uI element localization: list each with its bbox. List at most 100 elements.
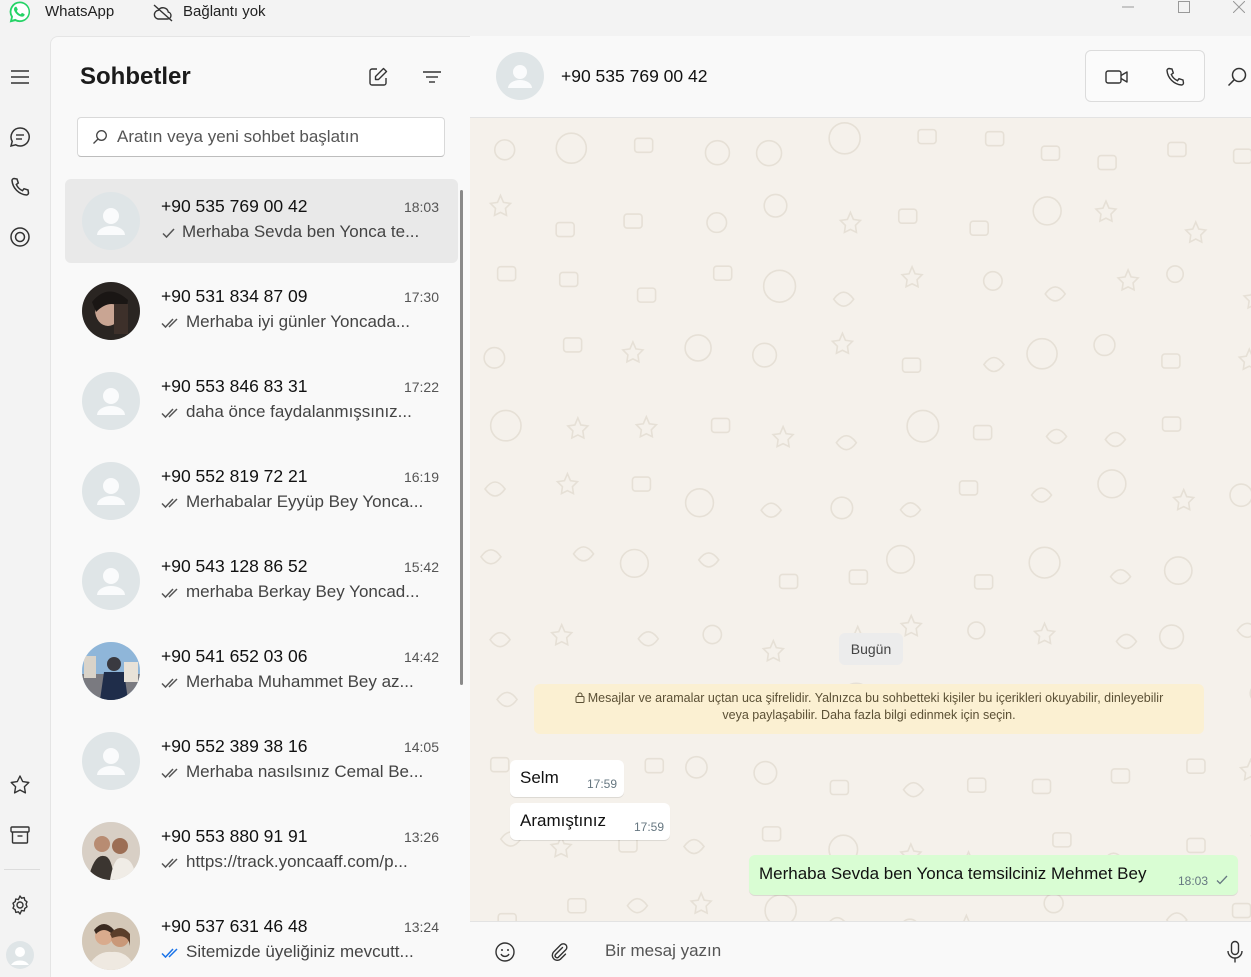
message-bubble-outgoing[interactable]: Merhaba Sevda ben Yonca temsilciniz Mehm…: [749, 855, 1238, 895]
background-doodle: [484, 481, 507, 497]
settings-icon: [12, 895, 28, 915]
contact-photo-icon: [82, 642, 140, 700]
voice-message-button[interactable]: [1223, 940, 1247, 964]
background-doodle: [567, 897, 587, 914]
background-doodle: [1028, 546, 1061, 579]
status-icon: [10, 227, 30, 247]
chat-preview-text: Sitemizde üyeliğiniz mevcutt...: [186, 942, 414, 961]
chat-list-item[interactable]: +90 531 834 87 09 17:30 Merhaba iyi günler…: [65, 269, 458, 353]
chat-list-item[interactable]: +90 553 846 83 31 17:22 daha önce faydalan…: [65, 359, 458, 443]
background-doodle: [1163, 556, 1193, 586]
background-doodle: [550, 622, 574, 647]
microphone-icon: [1227, 940, 1243, 963]
encryption-notice-line-1: Mesajlar ve aramalar uçtan uca şifrelidi…: [544, 690, 1194, 707]
video-call-button[interactable]: [1105, 65, 1129, 89]
conversation-panel: +90 535 769 00 42 Bugün Mesajlar ve aram…: [470, 36, 1251, 977]
rail-divider: [4, 869, 40, 870]
avatar: [82, 282, 140, 340]
attach-button[interactable]: [547, 940, 571, 964]
chats-nav-button[interactable]: [8, 125, 32, 149]
background-doodle: [631, 476, 652, 492]
avatar: [82, 462, 140, 520]
search-box[interactable]: [77, 117, 445, 157]
background-doodle: [885, 544, 916, 574]
contact-photo-icon: [82, 822, 140, 880]
background-doodle: [967, 621, 986, 640]
chat-list-item[interactable]: +90 552 389 38 16 14:05 Merhaba nasılsınız…: [65, 719, 458, 803]
background-doodle: [1040, 145, 1061, 161]
avatar: [82, 372, 140, 430]
profile-button[interactable]: [6, 941, 34, 969]
close-window-button[interactable]: [1216, 0, 1251, 14]
background-doodle: [1052, 832, 1072, 848]
emoji-button[interactable]: [493, 940, 517, 964]
background-doodle: [1158, 624, 1185, 650]
background-doodle: [1186, 758, 1206, 775]
filter-button[interactable]: [420, 65, 444, 89]
background-doodle: [623, 213, 643, 229]
background-doodle: [762, 269, 797, 303]
chat-list-item[interactable]: +90 552 819 72 21 16:19 Merhabalar Eyyüp B…: [65, 449, 458, 533]
background-doodle: [848, 569, 869, 585]
background-doodle: [497, 912, 517, 921]
delivered-ticks-icon: [161, 497, 178, 508]
chat-list-item[interactable]: +90 537 631 46 48 13:24 Sitemizde üyeliğin…: [65, 899, 458, 977]
maximize-button[interactable]: [1161, 0, 1207, 14]
message-bubble-incoming[interactable]: Selm 17:59: [510, 760, 624, 797]
chat-name: +90 531 834 87 09: [161, 286, 308, 306]
chat-list-item[interactable]: +90 543 128 86 52 15:42 merhaba Berkay Bey…: [65, 539, 458, 623]
encryption-notice-text-2: veya paylaşabilir. Daha fazla bilgi edin…: [722, 708, 1016, 722]
background-doodle: [1032, 196, 1062, 226]
avatar: [82, 552, 140, 610]
voice-call-button[interactable]: [1163, 65, 1187, 89]
background-doodle: [917, 128, 937, 145]
chat-time: 14:42: [403, 649, 439, 665]
search-input[interactable]: [117, 126, 437, 148]
background-doodle: [838, 210, 863, 234]
lock-icon: [575, 692, 585, 703]
background-doodle: [1097, 469, 1127, 499]
chat-list-scrollbar[interactable]: [460, 190, 463, 685]
message-input[interactable]: [605, 938, 1185, 964]
background-doodle: [1184, 220, 1208, 244]
encryption-notice[interactable]: Mesajlar ve aramalar uçtan uca şifrelidi…: [534, 684, 1204, 734]
settings-nav-button[interactable]: [8, 893, 32, 917]
calls-nav-button[interactable]: [8, 175, 32, 199]
default-avatar-icon: [97, 388, 125, 415]
background-doodle: [1044, 286, 1067, 302]
archive-nav-button[interactable]: [8, 823, 32, 847]
background-doodle: [764, 894, 798, 921]
status-nav-button[interactable]: [8, 225, 32, 249]
message-composer: [470, 921, 1251, 977]
background-doodle: [966, 777, 987, 793]
message-area[interactable]: Bugün Mesajlar ve aramalar uçtan uca şif…: [470, 118, 1251, 921]
background-doodle: [479, 549, 502, 565]
background-doodle: [710, 417, 731, 434]
contact-name[interactable]: +90 535 769 00 42: [561, 66, 707, 87]
new-chat-button[interactable]: [366, 65, 390, 89]
starred-nav-button[interactable]: [8, 773, 32, 797]
chat-preview-text: daha önce faydalanmışsınız...: [186, 402, 412, 421]
message-bubble-incoming[interactable]: Aramıştınız 17:59: [510, 803, 670, 840]
default-avatar-icon: [97, 208, 125, 235]
minimize-button[interactable]: [1105, 0, 1151, 14]
chat-list-item[interactable]: +90 535 769 00 42 18:03 Merhaba Sevda ben …: [65, 179, 458, 263]
background-doodle: [900, 264, 924, 289]
chat-time: 13:26: [403, 829, 439, 845]
chat-preview-text: Merhaba iyi günler Yoncada...: [186, 312, 410, 331]
chat-list-item[interactable]: +90 541 652 03 06 14:42 Merhaba Muhammet B…: [65, 629, 458, 713]
background-doodle: [751, 342, 778, 368]
background-doodle: [1166, 265, 1185, 284]
background-doodle: [761, 826, 782, 842]
search-icon[interactable]: [1226, 66, 1248, 88]
chat-time: 15:42: [403, 559, 439, 575]
menu-button[interactable]: [8, 65, 32, 89]
delivered-ticks-icon: [161, 317, 178, 328]
message-time: 17:59: [587, 777, 618, 791]
background-doodle: [685, 755, 708, 779]
background-doodle: [755, 139, 783, 167]
background-doodle: [832, 291, 855, 307]
chat-list-item[interactable]: +90 553 880 91 91 13:26 https://track.yonc…: [65, 809, 458, 893]
chat-time: 13:24: [403, 919, 439, 935]
contact-avatar[interactable]: [496, 52, 544, 100]
